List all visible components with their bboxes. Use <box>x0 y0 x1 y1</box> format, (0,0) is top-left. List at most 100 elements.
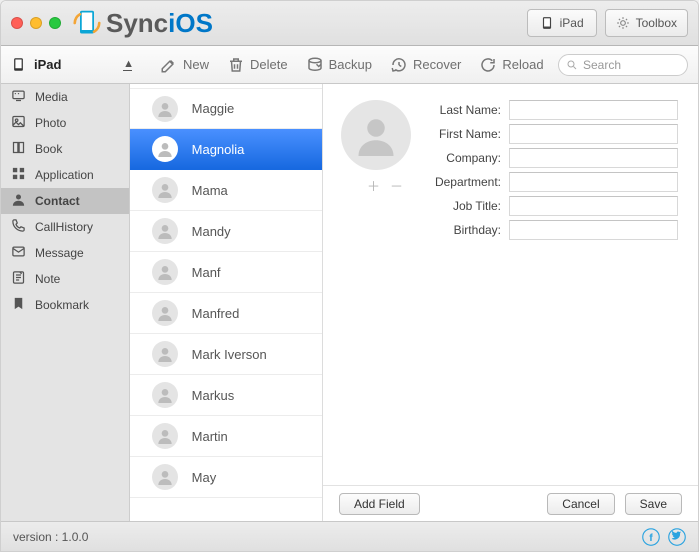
person-icon <box>157 101 173 117</box>
application-icon <box>11 166 26 184</box>
sidebar-item-label: Book <box>35 142 62 156</box>
sidebar-item-bookmark[interactable]: Bookmark <box>1 292 129 318</box>
contact-list-item[interactable]: Manfred <box>130 293 322 334</box>
close-window-button[interactable] <box>11 17 23 29</box>
sidebar: MediaPhoto Book Application Contact CallHist… <box>1 84 130 521</box>
trash-icon <box>227 56 245 74</box>
new-button[interactable]: New <box>160 56 209 74</box>
add-field-button[interactable]: Add Field <box>339 493 420 515</box>
contact-list-item[interactable]: Mama <box>130 170 322 211</box>
contact-list-item[interactable]: Mandy <box>130 211 322 252</box>
body: MediaPhoto Book Application Contact CallHist… <box>1 84 698 521</box>
contact-avatar-small <box>152 259 178 285</box>
sidebar-item-label: Bookmark <box>35 298 89 312</box>
cancel-button[interactable]: Cancel <box>547 493 614 515</box>
recover-button[interactable]: Recover <box>390 56 461 74</box>
field-row-company: Company: <box>429 148 678 168</box>
reload-button[interactable]: Reload <box>479 56 543 74</box>
callhistory-icon <box>11 218 26 236</box>
birthday-input[interactable] <box>509 220 678 240</box>
first_name-input[interactable] <box>509 124 678 144</box>
twitter-icon[interactable] <box>668 528 686 546</box>
contact-avatar-small <box>152 218 178 244</box>
book-icon <box>11 140 26 158</box>
sidebar-item-message[interactable]: Message <box>1 240 129 266</box>
sidebar-item-media[interactable]: Media <box>1 84 129 110</box>
contact-list-item[interactable]: Mark Iverson <box>130 334 322 375</box>
contact-name: Manfred <box>192 306 240 321</box>
field-label: Last Name: <box>429 103 501 117</box>
toolbox-label: Toolbox <box>636 16 677 30</box>
note-icon <box>11 270 26 288</box>
department-input[interactable] <box>509 172 678 192</box>
delete-button[interactable]: Delete <box>227 56 288 74</box>
contact-avatar-small <box>152 464 178 490</box>
sidebar-item-label: CallHistory <box>35 220 93 234</box>
bookmark-icon <box>11 296 26 314</box>
contact-detail-panel: ＋ － Last Name: First Name: Company: Departm… <box>323 84 698 521</box>
field-label: Birthday: <box>429 223 501 237</box>
contact-avatar-small <box>152 177 178 203</box>
message-icon <box>11 244 26 262</box>
sidebar-item-note[interactable]: Note <box>1 266 129 292</box>
sidebar-item-application[interactable]: Application <box>1 162 129 188</box>
gear-icon <box>616 16 630 30</box>
media-icon <box>11 88 26 106</box>
contact-list-item[interactable]: Magnolia <box>130 129 322 170</box>
toolbar-actions: New Delete Backup Recover Reload <box>144 56 544 74</box>
contact-list-item[interactable]: Maggie <box>130 88 322 129</box>
contact-avatar-small <box>152 96 178 122</box>
device-selector-button[interactable]: iPad <box>527 9 597 37</box>
backup-icon <box>306 56 324 74</box>
contact-list-item[interactable]: Martin <box>130 416 322 457</box>
field-label: First Name: <box>429 127 501 141</box>
toolbox-button[interactable]: Toolbox <box>605 9 688 37</box>
version-label: version : 1.0.0 <box>13 530 88 544</box>
sidebar-item-callhistory[interactable]: CallHistory <box>1 214 129 240</box>
detail-fields: Last Name: First Name: Company: Department:… <box>429 100 678 244</box>
svg-text:f: f <box>649 531 653 543</box>
sidebar-item-label: Application <box>35 168 94 182</box>
detail-bottom-bar: Add Field Cancel Save <box>323 485 698 521</box>
last_name-input[interactable] <box>509 100 678 120</box>
job_title-input[interactable] <box>509 196 678 216</box>
backup-button[interactable]: Backup <box>306 56 372 74</box>
contact-list-item[interactable]: Markus <box>130 375 322 416</box>
eject-icon[interactable]: ▲ <box>123 58 134 71</box>
field-label: Company: <box>429 151 501 165</box>
contact-avatar[interactable] <box>341 100 411 170</box>
sidebar-item-book[interactable]: Book <box>1 136 129 162</box>
device-selector-label: iPad <box>560 16 584 30</box>
titlebar: SynciOS iPad Toolbox <box>1 1 698 46</box>
contact-icon <box>11 192 26 210</box>
contact-name: Mama <box>192 183 228 198</box>
sidebar-device-header[interactable]: iPad ▲ <box>1 46 144 83</box>
app-logo: SynciOS <box>73 8 213 39</box>
facebook-icon[interactable]: f <box>642 528 660 546</box>
search-input[interactable]: Search <box>558 54 688 76</box>
minimize-window-button[interactable] <box>30 17 42 29</box>
field-label: Department: <box>429 175 501 189</box>
person-icon <box>157 182 173 198</box>
zoom-window-button[interactable] <box>49 17 61 29</box>
toolbar: iPad ▲ New Delete Backup Recover Rel <box>1 46 698 84</box>
contact-list[interactable]: MaggieMagnolia Mama MandyManf Manfred Mark I… <box>130 84 323 521</box>
statusbar: version : 1.0.0 f <box>1 521 698 551</box>
contact-name: May <box>192 470 217 485</box>
company-input[interactable] <box>509 148 678 168</box>
field-row-birthday: Birthday: <box>429 220 678 240</box>
sidebar-item-contact[interactable]: Contact <box>1 188 129 214</box>
avatar-add-button[interactable]: ＋ <box>367 176 380 195</box>
tablet-icon <box>540 16 554 30</box>
contact-list-item[interactable]: Manf <box>130 252 322 293</box>
field-row-department: Department: <box>429 172 678 192</box>
avatar-plus-minus: ＋ － <box>350 176 420 195</box>
contact-avatar-small <box>152 341 178 367</box>
avatar-remove-button[interactable]: － <box>390 176 403 195</box>
contact-list-item[interactable]: May <box>130 457 322 498</box>
save-button[interactable]: Save <box>625 493 682 515</box>
sidebar-device-label: iPad <box>34 57 61 72</box>
window-controls <box>11 17 61 29</box>
sidebar-item-photo[interactable]: Photo <box>1 110 129 136</box>
person-icon <box>157 346 173 362</box>
